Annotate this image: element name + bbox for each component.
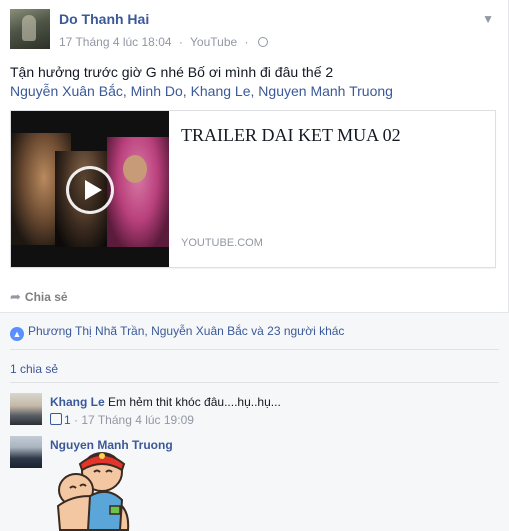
likes-text[interactable]: Phương Thị Nhã Trần, Nguyễn Xuân Bắc và …: [28, 324, 344, 338]
globe-icon[interactable]: [257, 37, 268, 47]
comment-like-count[interactable]: 1: [64, 413, 71, 427]
commenter-avatar[interactable]: [10, 393, 42, 425]
story-source[interactable]: YouTube: [190, 35, 237, 49]
chevron-down-icon[interactable]: ▼: [482, 12, 494, 26]
video-thumbnail[interactable]: [11, 111, 169, 267]
play-icon[interactable]: [66, 166, 114, 214]
commenter-name[interactable]: Khang Le: [50, 395, 105, 409]
tag-link[interactable]: Minh Do: [131, 83, 183, 99]
comment-item: Khang Le Em hẻm thit khóc đâu....hụ..hụ.…: [10, 393, 499, 433]
meta-separator: ·: [178, 35, 183, 49]
divider: [10, 349, 499, 350]
feed-story: Do Thanh Hai 17 Tháng 4 lúc 18:04 · YouT…: [0, 0, 509, 531]
tag-separator: ,: [122, 83, 131, 99]
meta-separator-2: ·: [244, 35, 249, 49]
author-avatar[interactable]: [10, 9, 50, 49]
commenter-avatar[interactable]: [10, 436, 42, 468]
share-arrow-icon: ➦: [10, 289, 21, 304]
author-name[interactable]: Do Thanh Hai: [59, 11, 149, 27]
link-title[interactable]: TRAILER DAI KET MUA 02: [181, 125, 401, 146]
story-header: Do Thanh Hai 17 Tháng 4 lúc 18:04 · YouT…: [10, 9, 500, 51]
share-button[interactable]: ➦ Chia sẻ: [10, 289, 68, 305]
thumbnail-face: [123, 155, 147, 183]
shares-count[interactable]: 1 chia sẻ: [10, 362, 58, 376]
like-icon: ▲: [10, 327, 24, 341]
comment-text: Em hẻm thit khóc đâu....hụ..hụ...: [108, 395, 281, 409]
tag-link[interactable]: Nguyen Manh Truong: [258, 83, 393, 99]
tag-link[interactable]: Khang Le: [191, 83, 251, 99]
ufi-feedback: ▲ Phương Thị Nhã Trần, Nguyễn Xuân Bắc và…: [0, 312, 509, 531]
post-text: Tận hưởng trước giờ G nhé Bố ơi mình đi …: [10, 64, 334, 80]
meta-separator: ·: [74, 413, 79, 427]
comment-meta: 1 · 17 Tháng 4 lúc 19:09: [50, 413, 194, 427]
hugging-sticker: [56, 452, 130, 531]
story-meta: 17 Tháng 4 lúc 18:04 · YouTube ·: [59, 35, 268, 49]
tag-separator: ,: [182, 83, 191, 99]
story-timestamp[interactable]: 17 Tháng 4 lúc 18:04: [59, 35, 172, 49]
comment-item: Nguyen Manh Truong: [10, 436, 499, 531]
comment-timestamp[interactable]: 17 Tháng 4 lúc 19:09: [81, 413, 194, 427]
divider: [10, 382, 499, 383]
video-link-card[interactable]: TRAILER DAI KET MUA 02 YOUTUBE.COM: [10, 110, 496, 268]
comment-body: Khang Le Em hẻm thit khóc đâu....hụ..hụ.…: [50, 395, 281, 409]
share-label: Chia sẻ: [24, 290, 68, 304]
thumbs-up-icon[interactable]: [50, 413, 62, 425]
tag-link[interactable]: Nguyễn Xuân Bắc: [10, 83, 123, 99]
thumbnail-figure: [107, 137, 169, 247]
tagged-friends: Nguyễn Xuân Bắc, Minh Do, Khang Le, Nguy…: [10, 83, 393, 99]
likes-summary[interactable]: ▲ Phương Thị Nhã Trần, Nguyễn Xuân Bắc và…: [10, 324, 344, 341]
link-domain: YOUTUBE.COM: [181, 237, 263, 249]
